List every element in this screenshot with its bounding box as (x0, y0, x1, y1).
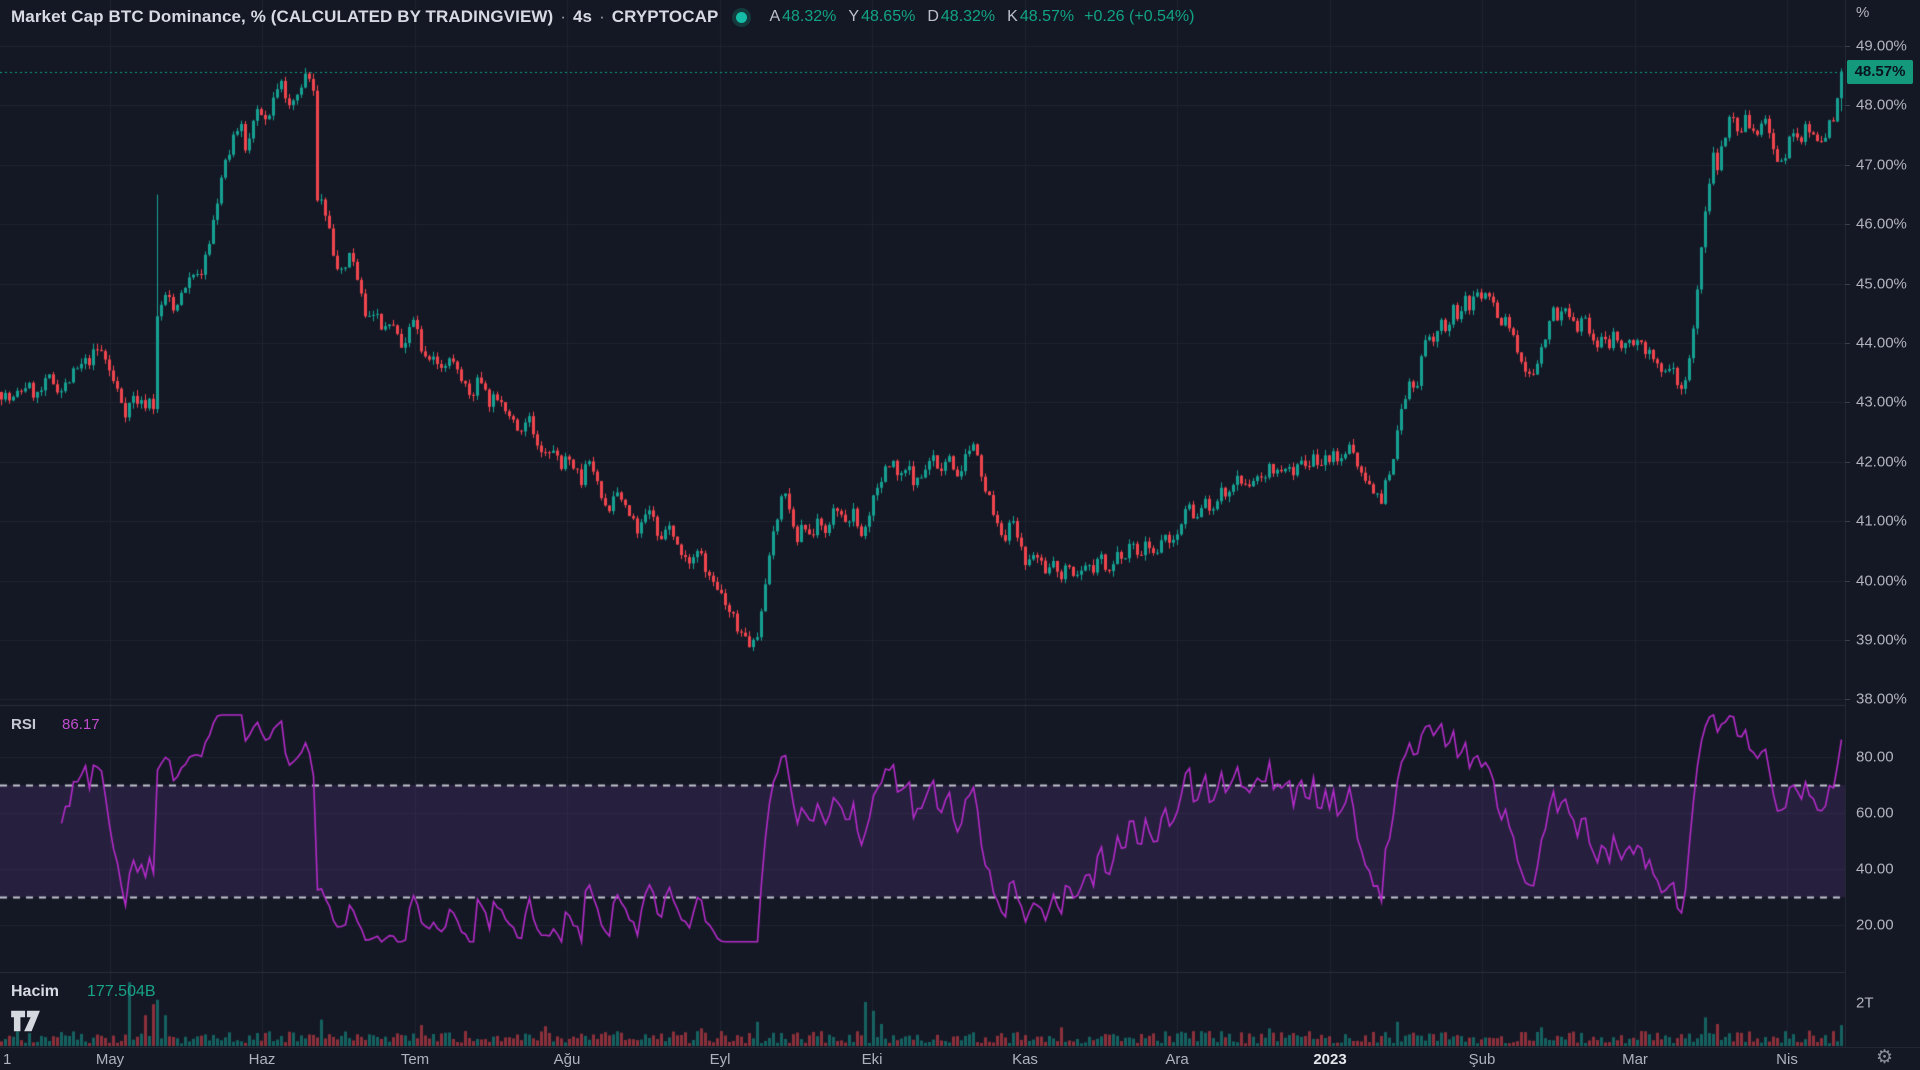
rsi-tick-label: 40.00 (1856, 861, 1894, 878)
axis-tickmark (1845, 699, 1850, 700)
axis-tickmark (1845, 224, 1850, 225)
rsi-tick-label: 20.00 (1856, 917, 1894, 934)
price-tick-label: 46.00% (1856, 216, 1907, 233)
volume-legend: Hacim 177.504B (11, 983, 156, 1001)
price-change: +0.26 (+0.54%) (1084, 8, 1194, 26)
price-tick-label: 42.00% (1856, 453, 1907, 470)
axis-tickmark (1845, 640, 1850, 641)
time-label-month: Ağu (554, 1051, 581, 1068)
legend-separator: · (560, 7, 566, 27)
time-label-month: Haz (249, 1051, 276, 1068)
axis-tickmark (1845, 402, 1850, 403)
price-tick-label: 44.00% (1856, 335, 1907, 352)
legend-separator: · (599, 7, 605, 27)
last-price-label[interactable]: 48.57% (1847, 60, 1913, 84)
price-tick-label: 38.00% (1856, 691, 1907, 708)
axis-tickmark (1845, 284, 1850, 285)
rsi-legend: RSI 86.17 (11, 716, 100, 733)
ohlc-item: A48.32% (769, 8, 836, 26)
settings-gear-icon[interactable]: ⚙ (1876, 1046, 1893, 1069)
time-label-month: Nis (1776, 1051, 1798, 1068)
ohlc-item: K48.57% (1007, 8, 1074, 26)
volume-value: 177.504B (87, 983, 156, 1001)
rsi-tick-label: 60.00 (1856, 805, 1894, 822)
axis-tickmark (1845, 581, 1850, 582)
ohlc-values: A48.32% Y48.65% D48.32% K48.57% (769, 8, 1074, 26)
axis-tickmark (1845, 165, 1850, 166)
price-tick-label: 48.00% (1856, 97, 1907, 114)
price-tick-label: 43.00% (1856, 394, 1907, 411)
ohlc-item: Y48.65% (848, 8, 915, 26)
time-label-month: Eyl (710, 1051, 731, 1068)
rsi-label[interactable]: RSI (11, 716, 36, 733)
time-label-year: 2023 (1313, 1051, 1346, 1068)
market-status-dot-icon[interactable] (736, 12, 747, 23)
time-label-month: 1 (3, 1051, 11, 1068)
symbol-title[interactable]: Market Cap BTC Dominance, % (CALCULATED … (11, 7, 553, 27)
price-tick-label: 39.00% (1856, 632, 1907, 649)
price-tick-label: 41.00% (1856, 513, 1907, 530)
axis-tickmark (1845, 46, 1850, 47)
axis-tickmark (1845, 343, 1850, 344)
time-axis[interactable]: 1 May Haz Tem Ağu Eyl Eki Kas Ara 2023 Şub Mar Nis (0, 1047, 1920, 1070)
symbol-legend: Market Cap BTC Dominance, % (CALCULATED … (11, 7, 1194, 27)
time-label-month: Ara (1165, 1051, 1188, 1068)
axis-tickmark (1845, 105, 1850, 106)
interval-label[interactable]: 4s (573, 7, 592, 27)
price-tick-label: 40.00% (1856, 572, 1907, 589)
volume-label[interactable]: Hacim (11, 983, 59, 1001)
time-label-month: May (96, 1051, 124, 1068)
time-label-month: Kas (1012, 1051, 1038, 1068)
price-axis[interactable]: % 49.00% 48.00% 47.00% 46.00% 45.00% 44.00% 43… (1845, 0, 1920, 1047)
time-label-month: Şub (1469, 1051, 1496, 1068)
ohlc-item: D48.32% (927, 8, 995, 26)
rsi-value: 86.17 (62, 716, 100, 733)
time-label-month: Mar (1622, 1051, 1648, 1068)
volume-tick-label: 2T (1856, 995, 1874, 1012)
price-tick-label: 47.00% (1856, 156, 1907, 173)
axis-tickmark (1845, 521, 1850, 522)
axis-tickmark (1845, 462, 1850, 463)
time-label-month: Tem (401, 1051, 429, 1068)
tradingview-chart-window: Market Cap BTC Dominance, % (CALCULATED … (0, 0, 1920, 1070)
time-label-month: Eki (862, 1051, 883, 1068)
rsi-tick-label: 80.00 (1856, 749, 1894, 766)
exchange-label: CRYPTOCAP (612, 7, 719, 27)
price-axis-unit: % (1856, 4, 1869, 21)
price-tick-label: 45.00% (1856, 275, 1907, 292)
price-tick-label: 49.00% (1856, 38, 1907, 55)
tradingview-logo-icon[interactable] (9, 1008, 43, 1039)
chart-canvas[interactable] (0, 0, 1845, 1047)
